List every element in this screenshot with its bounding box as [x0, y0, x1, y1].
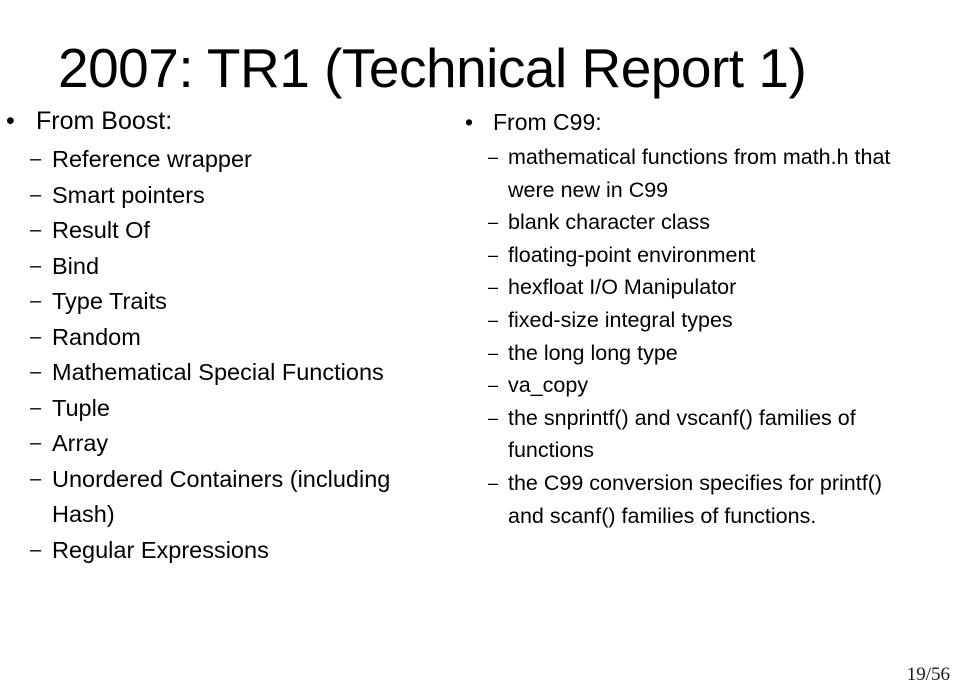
- left-column-heading: • From Boost:: [4, 104, 444, 138]
- right-column-heading: • From C99:: [463, 106, 893, 138]
- list-item: – Tuple: [4, 391, 444, 427]
- dash-icon: –: [30, 467, 42, 490]
- list-item-label: fixed-size integral types: [508, 307, 733, 332]
- list-item-label: va_copy: [508, 373, 589, 398]
- list-item: – Mathematical Special Functions: [4, 355, 444, 391]
- dash-icon: –: [488, 212, 499, 233]
- list-item: – Reference wrapper: [4, 142, 444, 178]
- list-item: – the long long type: [463, 337, 893, 370]
- list-item: – Regular Expressions: [4, 533, 444, 569]
- dash-icon: –: [30, 290, 42, 312]
- list-item-label: Reference wrapper: [52, 146, 252, 172]
- list-item: – Unordered Containers (including Hash): [4, 462, 444, 533]
- list-item: – the C99 conversion specifies for print…: [463, 467, 893, 532]
- list-item: – Random: [4, 320, 444, 356]
- dash-icon: –: [30, 325, 42, 348]
- list-item-label: Type Traits: [52, 288, 167, 314]
- right-content-column: • From C99: – mathematical functions fro…: [463, 106, 893, 532]
- left-column-sublist: – Reference wrapper – Smart pointers – R…: [4, 142, 444, 568]
- list-item-label: Mathematical Special Functions: [52, 359, 384, 385]
- dash-icon: –: [488, 375, 499, 396]
- dash-icon: –: [488, 472, 499, 493]
- list-item: – Result Of: [4, 213, 444, 249]
- dash-icon: –: [488, 407, 499, 428]
- list-item: – fixed-size integral types: [463, 304, 893, 337]
- dash-icon: –: [30, 183, 42, 206]
- list-item-label: blank character class: [508, 210, 710, 235]
- right-column-heading-label: From C99:: [493, 109, 602, 135]
- list-item: – floating-point environment: [463, 239, 893, 272]
- right-column-sublist: – mathematical functions from math.h tha…: [463, 141, 893, 532]
- list-item-label: the snprintf() and vscanf() families of …: [508, 405, 856, 463]
- list-item-label: the C99 conversion specifies for printf(…: [508, 470, 883, 528]
- dash-icon: –: [30, 219, 42, 241]
- bullet-icon: •: [6, 107, 15, 135]
- dash-icon: –: [488, 277, 499, 298]
- bullet-icon: •: [465, 109, 474, 135]
- list-item-label: Random: [52, 323, 141, 350]
- list-item: – Array: [4, 426, 444, 462]
- list-item: – va_copy: [463, 369, 893, 402]
- list-item: – Type Traits: [4, 284, 444, 320]
- dash-icon: –: [488, 342, 499, 363]
- left-column-heading-label: From Boost:: [36, 107, 173, 135]
- list-item-label: Unordered Containers (including Hash): [52, 465, 391, 528]
- dash-icon: –: [30, 361, 42, 383]
- page-title: 2007: TR1 (Technical Report 1): [58, 36, 807, 99]
- list-item-label: hexfloat I/O Manipulator: [508, 275, 737, 300]
- dash-icon: –: [30, 538, 42, 561]
- dash-icon: –: [488, 309, 499, 330]
- left-content-column: • From Boost: – Reference wrapper – Smar…: [4, 104, 444, 568]
- list-item: – mathematical functions from math.h tha…: [463, 141, 893, 206]
- list-item-label: Regular Expressions: [52, 536, 269, 563]
- list-item: – hexfloat I/O Manipulator: [463, 271, 893, 304]
- page-number: 19/56: [906, 664, 950, 685]
- list-item-label: the long long type: [508, 340, 678, 365]
- list-item-label: floating-point environment: [508, 242, 756, 267]
- list-item: – blank character class: [463, 206, 893, 239]
- dash-icon: –: [30, 254, 42, 277]
- list-item: – the snprintf() and vscanf() families o…: [463, 402, 893, 467]
- dash-icon: –: [30, 432, 42, 454]
- list-item-label: Smart pointers: [52, 181, 205, 208]
- dash-icon: –: [30, 396, 42, 419]
- dash-icon: –: [30, 148, 42, 170]
- list-item-label: Array: [52, 430, 109, 456]
- list-item-label: Result Of: [52, 217, 150, 243]
- list-item: – Smart pointers: [4, 178, 444, 214]
- list-item-label: mathematical functions from math.h that …: [508, 145, 891, 202]
- list-item: – Bind: [4, 249, 444, 285]
- dash-icon: –: [488, 147, 499, 167]
- list-item-label: Tuple: [52, 394, 110, 421]
- list-item-label: Bind: [52, 252, 100, 279]
- dash-icon: –: [488, 244, 499, 265]
